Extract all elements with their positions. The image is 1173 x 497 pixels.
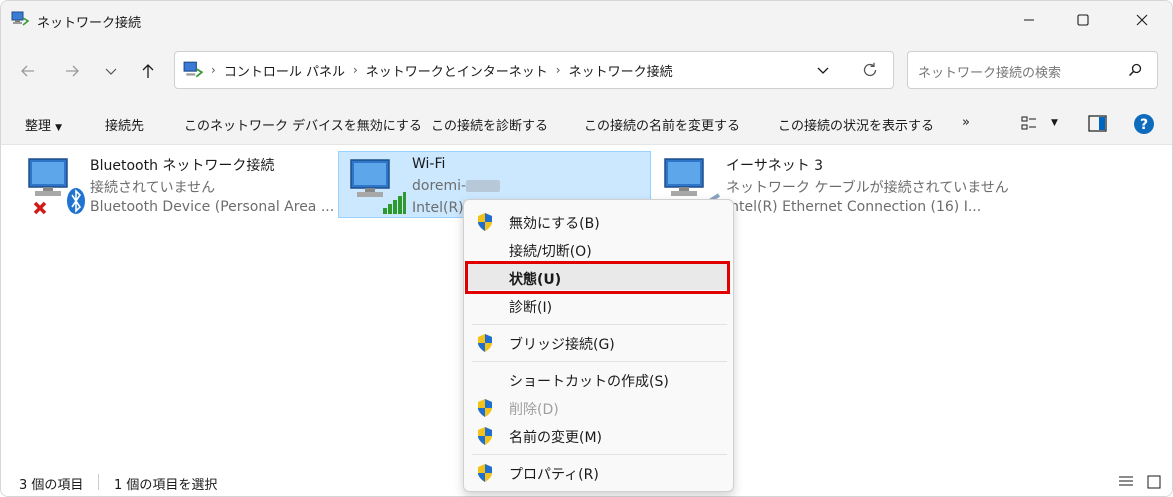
menu-item-delete: 削除(D) bbox=[464, 395, 733, 421]
menu-item-label: ショートカットの作成(S) bbox=[509, 374, 669, 390]
chevron-right-icon: › bbox=[555, 63, 561, 77]
disable-device-button[interactable]: このネットワーク デバイスを無効にする bbox=[184, 115, 422, 134]
arrow-right-icon bbox=[66, 65, 79, 77]
command-bar: 整理 ▼ 接続先 このネットワーク デバイスを無効にする この接続を診断する こ… bbox=[1, 103, 1172, 145]
selected-count: 1 個の項目を選択 bbox=[114, 478, 218, 493]
menu-item-rename[interactable]: 名前の変更(M) bbox=[464, 423, 733, 449]
connection-status: 接続されていません bbox=[90, 180, 216, 196]
menu-separator bbox=[472, 361, 727, 362]
connection-name: Bluetooth ネットワーク接続 bbox=[90, 158, 275, 174]
menu-separator bbox=[472, 324, 727, 325]
preview-pane-icon[interactable] bbox=[1088, 115, 1108, 133]
minimize-icon bbox=[1024, 19, 1034, 21]
menu-item-label: 削除(D) bbox=[509, 402, 559, 418]
menu-separator bbox=[472, 454, 727, 455]
menu-item-connect-disconnect[interactable]: 接続/切断(O) bbox=[464, 237, 733, 263]
help-icon[interactable]: ? bbox=[1133, 113, 1155, 135]
large-icons-view-icon[interactable] bbox=[1146, 474, 1162, 490]
connection-status: ネットワーク ケーブルが接続されていません bbox=[726, 180, 1009, 196]
uac-shield-icon bbox=[478, 427, 492, 445]
chevron-down-icon bbox=[105, 68, 117, 75]
network-connections-icon bbox=[11, 11, 29, 26]
window-title: ネットワーク接続 bbox=[37, 16, 142, 31]
title-bar: ネットワーク接続 bbox=[1, 1, 1172, 39]
menu-item-diagnose[interactable]: 診断(I) bbox=[464, 293, 733, 319]
details-view-icon[interactable] bbox=[1118, 475, 1134, 489]
svg-text:?: ? bbox=[1140, 117, 1148, 133]
menu-item-label: 接続/切断(O) bbox=[509, 244, 592, 260]
uac-shield-icon bbox=[478, 399, 492, 417]
connection-device: Intel(R) bbox=[412, 200, 464, 216]
connection-name: イーサネット 3 bbox=[726, 158, 824, 174]
context-menu: 無効にする(B) 接続/切断(O) 状態(U) 診断(I) ブリッジ接続(G) … bbox=[463, 199, 734, 492]
view-status-button[interactable]: この接続の状況を表示する bbox=[778, 115, 934, 134]
organize-button[interactable]: 整理 ▼ bbox=[25, 115, 62, 134]
uac-shield-icon bbox=[478, 464, 492, 482]
view-options-icon[interactable] bbox=[1020, 115, 1038, 133]
forward-button[interactable] bbox=[58, 57, 86, 85]
rename-button[interactable]: この接続の名前を変更する bbox=[584, 115, 740, 134]
item-count: 3 個の項目 bbox=[19, 478, 84, 493]
navigation-bar: › コントロール パネル › ネットワークとインターネット › ネットワーク接続… bbox=[1, 39, 1172, 103]
arrow-up-icon bbox=[142, 64, 154, 78]
breadcrumb-network-connections[interactable]: ネットワーク接続 bbox=[569, 61, 673, 80]
menu-item-create-shortcut[interactable]: ショートカットの作成(S) bbox=[464, 367, 733, 393]
menu-item-disable[interactable]: 無効にする(B) bbox=[464, 209, 733, 235]
menu-item-label: ブリッジ接続(G) bbox=[509, 337, 615, 353]
address-dropdown-icon[interactable] bbox=[815, 62, 831, 78]
back-button[interactable] bbox=[14, 57, 42, 85]
status-divider bbox=[98, 474, 99, 490]
more-commands-button[interactable]: » bbox=[962, 115, 970, 130]
ssid-text: doremi- bbox=[412, 178, 467, 194]
refresh-icon[interactable] bbox=[861, 61, 879, 79]
connection-device: Bluetooth Device (Personal Area ... bbox=[90, 199, 335, 215]
address-bar[interactable]: › コントロール パネル › ネットワークとインターネット › ネットワーク接続 bbox=[174, 51, 894, 89]
wifi-network-icon bbox=[350, 159, 406, 214]
menu-item-label: 名前の変更(M) bbox=[509, 430, 603, 446]
menu-item-properties[interactable]: プロパティ(R) bbox=[464, 460, 733, 486]
maximize-button[interactable] bbox=[1060, 1, 1106, 39]
breadcrumb-control-panel[interactable]: コントロール パネル bbox=[224, 61, 345, 80]
view-caret-down-icon[interactable]: ▼ bbox=[1051, 118, 1058, 128]
breadcrumb: › コントロール パネル › ネットワークとインターネット › ネットワーク接続 bbox=[183, 52, 673, 88]
uac-shield-icon bbox=[478, 334, 492, 352]
chevron-right-icon: › bbox=[211, 63, 216, 77]
breadcrumb-network-internet[interactable]: ネットワークとインターネット bbox=[366, 61, 548, 80]
connection-device: Intel(R) Ethernet Connection (16) I... bbox=[726, 199, 982, 215]
uac-shield-icon bbox=[478, 213, 492, 231]
menu-item-bridge[interactable]: ブリッジ接続(G) bbox=[464, 330, 733, 356]
connect-to-button[interactable]: 接続先 bbox=[105, 115, 144, 134]
close-button[interactable] bbox=[1119, 1, 1165, 39]
maximize-icon bbox=[1077, 14, 1089, 26]
minimize-button[interactable] bbox=[1006, 1, 1052, 39]
connection-bluetooth[interactable]: Bluetooth ネットワーク接続 接続されていません Bluetooth D… bbox=[17, 151, 334, 218]
search-box[interactable]: ネットワーク接続の検索 bbox=[907, 51, 1158, 89]
menu-item-label: 無効にする(B) bbox=[509, 216, 600, 232]
search-icon bbox=[1128, 63, 1142, 77]
chevron-right-icon: › bbox=[352, 63, 358, 77]
bluetooth-network-icon bbox=[28, 158, 85, 215]
connection-status: doremi- bbox=[412, 178, 501, 194]
connection-name: Wi-Fi bbox=[412, 156, 446, 172]
menu-item-label: 診断(I) bbox=[509, 300, 553, 316]
search-input[interactable]: ネットワーク接続の検索 bbox=[918, 62, 1061, 81]
highlight-annotation-box bbox=[465, 261, 730, 294]
up-button[interactable] bbox=[134, 57, 162, 85]
diagnose-button[interactable]: この接続を診断する bbox=[431, 115, 548, 134]
ssid-blurred bbox=[466, 180, 501, 192]
caret-down-icon: ▼ bbox=[55, 123, 63, 133]
close-icon bbox=[1136, 14, 1148, 26]
menu-item-label: プロパティ(R) bbox=[509, 467, 599, 483]
arrow-left-icon bbox=[21, 65, 34, 77]
recent-locations-button[interactable] bbox=[97, 57, 125, 85]
control-panel-icon bbox=[183, 61, 203, 78]
organize-label: 整理 bbox=[25, 119, 52, 134]
